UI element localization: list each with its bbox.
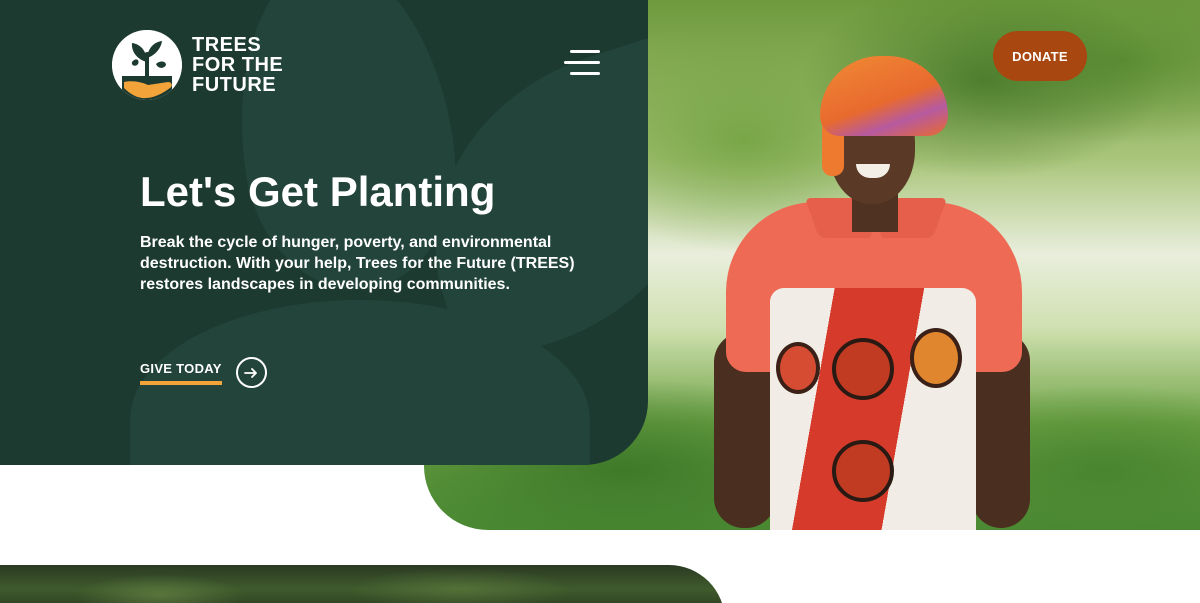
woman-figure — [714, 52, 1034, 530]
arrow-right-circle-icon — [235, 357, 267, 388]
give-today-link[interactable]: GIVE TODAY — [140, 357, 267, 388]
hero-card: TREES FOR THE FUTURE Let's Get Planting … — [0, 0, 648, 465]
next-section-photo — [0, 565, 725, 603]
brand-name-line: FUTURE — [192, 74, 277, 96]
hero-description: Break the cycle of hunger, poverty, and … — [140, 234, 575, 293]
hero-title: Let's Get Planting — [140, 168, 496, 215]
give-today-label: GIVE TODAY — [140, 361, 222, 385]
brand-name-line: TREES — [192, 34, 262, 56]
donate-button[interactable]: DONATE — [993, 31, 1087, 81]
brand-name: TREES FOR THE FUTURE — [192, 35, 283, 95]
sprout-in-hand-icon — [112, 30, 182, 100]
brand-name-line: FOR THE — [192, 54, 284, 76]
site-logo[interactable]: TREES FOR THE FUTURE — [112, 30, 283, 100]
hamburger-menu-icon[interactable] — [564, 50, 600, 78]
